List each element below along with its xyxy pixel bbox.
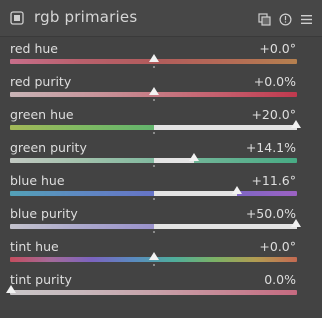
slider-value[interactable]: +0.0° xyxy=(259,239,296,254)
slider-tint-purity[interactable]: tint purity 0.0% xyxy=(0,269,322,318)
slider-value[interactable]: +20.0° xyxy=(251,107,296,122)
slider-label: blue hue xyxy=(10,173,65,188)
module-icon[interactable] xyxy=(10,10,24,25)
slider-marker[interactable] xyxy=(291,120,301,128)
presets-icon[interactable] xyxy=(258,11,271,26)
slider-fill xyxy=(153,191,237,196)
slider-center-tick xyxy=(152,165,155,167)
slider-label: green hue xyxy=(10,107,74,122)
rgb-primaries-module: rgb primaries red hue +0.0° red purity +0.0… xyxy=(0,0,322,306)
slider-center-tick xyxy=(152,264,155,266)
module-header[interactable]: rgb primaries xyxy=(0,0,322,37)
slider-marker[interactable] xyxy=(291,219,301,227)
slider-marker[interactable] xyxy=(148,252,159,260)
slider-marker[interactable] xyxy=(188,153,199,161)
slider-label: green purity xyxy=(10,140,87,155)
slider-value[interactable]: 0.0% xyxy=(264,272,296,287)
slider-center-tick xyxy=(152,231,155,233)
slider-track[interactable] xyxy=(10,290,297,295)
slider-marker[interactable] xyxy=(231,186,242,194)
slider-value[interactable]: +11.6° xyxy=(251,173,296,188)
slider-center-tick xyxy=(152,66,155,68)
module-title: rgb primaries xyxy=(34,8,138,26)
slider-marker[interactable] xyxy=(148,87,159,95)
slider-fill xyxy=(153,158,194,163)
slider-marker[interactable] xyxy=(6,285,16,293)
slider-label: blue purity xyxy=(10,206,78,221)
slider-label: red purity xyxy=(10,74,72,89)
reset-icon[interactable] xyxy=(279,11,292,26)
slider-value[interactable]: +14.1% xyxy=(246,140,296,155)
slider-center-tick xyxy=(152,132,155,134)
slider-fill xyxy=(153,125,297,130)
menu-icon[interactable] xyxy=(300,11,313,24)
slider-value[interactable]: +50.0% xyxy=(246,206,296,221)
slider-fill xyxy=(153,224,297,229)
slider-label: tint hue xyxy=(10,239,59,254)
slider-marker[interactable] xyxy=(148,54,159,62)
slider-center-tick xyxy=(152,198,155,200)
slider-label: tint purity xyxy=(10,272,72,287)
slider-value[interactable]: +0.0° xyxy=(259,41,296,56)
slider-value[interactable]: +0.0% xyxy=(254,74,296,89)
slider-label: red hue xyxy=(10,41,58,56)
slider-center-tick xyxy=(152,99,155,101)
